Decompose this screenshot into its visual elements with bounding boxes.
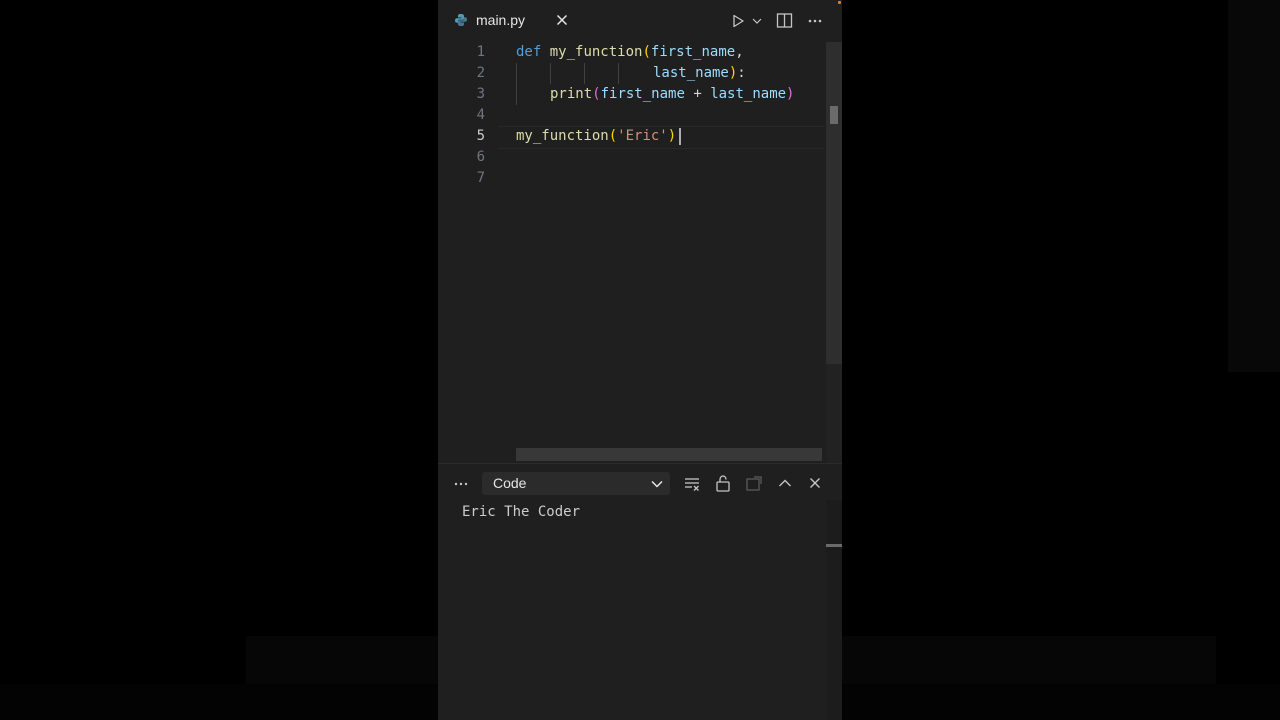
tab-label: main.py	[476, 12, 526, 28]
punctuation: ,	[735, 44, 744, 60]
output-panel-toolbar: Code	[438, 464, 842, 502]
unsaved-indicator	[838, 1, 841, 4]
keyword: def	[516, 44, 542, 60]
line-number: 6	[476, 149, 485, 165]
line-number: 4	[476, 107, 485, 123]
run-icon[interactable]	[730, 13, 746, 29]
overview-ruler-marker	[830, 106, 838, 124]
parameter: last_name	[653, 65, 729, 81]
chevron-down-icon[interactable]	[751, 15, 763, 27]
open-in-editor-icon[interactable]	[745, 475, 763, 492]
output-channel-select[interactable]: Code	[482, 472, 670, 495]
line-number: 7	[476, 170, 485, 186]
bracket: (	[592, 86, 601, 102]
bracket: (	[608, 128, 618, 144]
parameter: first_name	[650, 44, 736, 60]
vscode-window: main.py 1 2 3 4 5 6 7 def my_function(fi…	[438, 0, 842, 720]
indent-guide	[584, 63, 585, 84]
code-line: last_name):	[653, 63, 746, 84]
indent-guide	[550, 63, 551, 84]
code-line: my_function('Eric')	[516, 126, 676, 147]
line-number: 5	[476, 128, 485, 144]
output-content: Eric The Coder	[462, 504, 581, 520]
punctuation: :	[737, 65, 746, 81]
code-line: def my_function(first_name,	[516, 42, 744, 63]
operator: +	[684, 86, 711, 102]
background-band	[1228, 0, 1280, 372]
string-literal: 'Eric'	[617, 128, 668, 144]
more-actions-icon[interactable]	[807, 13, 823, 29]
text-cursor	[679, 128, 681, 145]
chevron-up-icon[interactable]	[777, 476, 793, 490]
variable: first_name	[600, 86, 685, 102]
indent-guide	[618, 63, 619, 84]
close-icon[interactable]	[554, 12, 570, 28]
line-number: 1	[476, 44, 485, 60]
lock-scroll-icon[interactable]	[715, 474, 731, 492]
output-scrollbar-track[interactable]	[826, 500, 842, 720]
output-scrollbar-thumb[interactable]	[826, 544, 842, 547]
split-editor-icon[interactable]	[776, 12, 793, 29]
chevron-down-icon	[651, 480, 663, 488]
editor-tab-bar: main.py	[438, 0, 842, 42]
variable: last_name	[710, 86, 787, 102]
indent-guide	[516, 63, 517, 105]
line-number: 3	[476, 86, 485, 102]
close-icon[interactable]	[807, 475, 823, 491]
more-actions-icon[interactable]	[453, 476, 469, 492]
vertical-scrollbar-thumb[interactable]	[826, 42, 842, 364]
function-name: my_function	[549, 44, 643, 60]
tab-main-py[interactable]: main.py	[438, 0, 584, 42]
output-channel-label: Code	[493, 475, 527, 491]
clear-output-icon[interactable]	[683, 475, 701, 493]
bracket: )	[667, 128, 677, 144]
horizontal-scrollbar-thumb[interactable]	[516, 448, 822, 461]
function-name: print	[550, 86, 593, 102]
line-number: 2	[476, 65, 485, 81]
python-file-icon	[455, 14, 467, 26]
function-name: my_function	[516, 128, 609, 144]
bracket: )	[786, 86, 795, 102]
bracket: (	[642, 44, 651, 60]
code-editor[interactable]: 1 2 3 4 5 6 7 def my_function(first_name…	[438, 42, 842, 463]
code-line: print(first_name + last_name)	[550, 84, 794, 105]
